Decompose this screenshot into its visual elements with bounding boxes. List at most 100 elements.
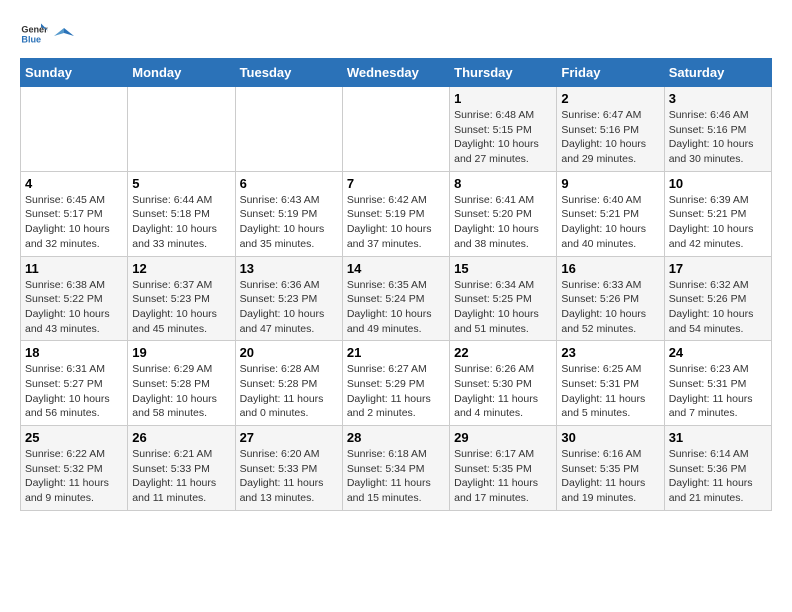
calendar-cell: 16 Sunrise: 6:33 AM Sunset: 5:26 PM Dayli…: [557, 256, 664, 341]
calendar-cell: 12 Sunrise: 6:37 AM Sunset: 5:23 PM Dayli…: [128, 256, 235, 341]
day-number: 2: [561, 91, 659, 106]
weekday-sunday: Sunday: [21, 59, 128, 87]
cell-content: Sunrise: 6:27 AM Sunset: 5:29 PM Dayligh…: [347, 362, 445, 421]
weekday-monday: Monday: [128, 59, 235, 87]
calendar-cell: [21, 87, 128, 172]
weekday-wednesday: Wednesday: [342, 59, 449, 87]
cell-content: Sunrise: 6:37 AM Sunset: 5:23 PM Dayligh…: [132, 278, 230, 337]
cell-content: Sunrise: 6:44 AM Sunset: 5:18 PM Dayligh…: [132, 193, 230, 252]
cell-content: Sunrise: 6:35 AM Sunset: 5:24 PM Dayligh…: [347, 278, 445, 337]
cell-content: Sunrise: 6:29 AM Sunset: 5:28 PM Dayligh…: [132, 362, 230, 421]
day-number: 18: [25, 345, 123, 360]
day-number: 27: [240, 430, 338, 445]
day-number: 21: [347, 345, 445, 360]
weekday-friday: Friday: [557, 59, 664, 87]
svg-text:Blue: Blue: [21, 34, 41, 44]
day-number: 24: [669, 345, 767, 360]
day-number: 3: [669, 91, 767, 106]
cell-content: Sunrise: 6:47 AM Sunset: 5:16 PM Dayligh…: [561, 108, 659, 167]
day-number: 19: [132, 345, 230, 360]
cell-content: Sunrise: 6:20 AM Sunset: 5:33 PM Dayligh…: [240, 447, 338, 506]
cell-content: Sunrise: 6:42 AM Sunset: 5:19 PM Dayligh…: [347, 193, 445, 252]
calendar-cell: 20Sunrise: 6:28 AM Sunset: 5:28 PM Dayli…: [235, 341, 342, 426]
calendar-cell: 21 Sunrise: 6:27 AM Sunset: 5:29 PM Dayli…: [342, 341, 449, 426]
weekday-tuesday: Tuesday: [235, 59, 342, 87]
calendar-cell: 1Sunrise: 6:48 AM Sunset: 5:15 PM Daylig…: [450, 87, 557, 172]
calendar-week-4: 18 Sunrise: 6:31 AM Sunset: 5:27 PM Dayli…: [21, 341, 772, 426]
cell-content: Sunrise: 6:40 AM Sunset: 5:21 PM Dayligh…: [561, 193, 659, 252]
cell-content: Sunrise: 6:38 AM Sunset: 5:22 PM Dayligh…: [25, 278, 123, 337]
cell-content: Sunrise: 6:39 AM Sunset: 5:21 PM Dayligh…: [669, 193, 767, 252]
day-number: 12: [132, 261, 230, 276]
cell-content: Sunrise: 6:18 AM Sunset: 5:34 PM Dayligh…: [347, 447, 445, 506]
day-number: 7: [347, 176, 445, 191]
cell-content: Sunrise: 6:14 AM Sunset: 5:36 PM Dayligh…: [669, 447, 767, 506]
day-number: 1: [454, 91, 552, 106]
calendar-week-3: 11 Sunrise: 6:38 AM Sunset: 5:22 PM Dayli…: [21, 256, 772, 341]
day-number: 29: [454, 430, 552, 445]
calendar-cell: 18 Sunrise: 6:31 AM Sunset: 5:27 PM Dayli…: [21, 341, 128, 426]
cell-content: Sunrise: 6:22 AM Sunset: 5:32 PM Dayligh…: [25, 447, 123, 506]
calendar-cell: 24Sunrise: 6:23 AM Sunset: 5:31 PM Dayli…: [664, 341, 771, 426]
calendar-cell: 23Sunrise: 6:25 AM Sunset: 5:31 PM Dayli…: [557, 341, 664, 426]
calendar-cell: 2 Sunrise: 6:47 AM Sunset: 5:16 PM Daylig…: [557, 87, 664, 172]
cell-content: Sunrise: 6:31 AM Sunset: 5:27 PM Dayligh…: [25, 362, 123, 421]
calendar-cell: 11 Sunrise: 6:38 AM Sunset: 5:22 PM Dayli…: [21, 256, 128, 341]
calendar-cell: 4 Sunrise: 6:45 AM Sunset: 5:17 PM Daylig…: [21, 171, 128, 256]
cell-content: Sunrise: 6:17 AM Sunset: 5:35 PM Dayligh…: [454, 447, 552, 506]
calendar-cell: 29 Sunrise: 6:17 AM Sunset: 5:35 PM Dayli…: [450, 426, 557, 511]
calendar-cell: 10 Sunrise: 6:39 AM Sunset: 5:21 PM Dayli…: [664, 171, 771, 256]
day-number: 31: [669, 430, 767, 445]
day-number: 9: [561, 176, 659, 191]
day-number: 5: [132, 176, 230, 191]
calendar-week-2: 4 Sunrise: 6:45 AM Sunset: 5:17 PM Daylig…: [21, 171, 772, 256]
day-number: 23: [561, 345, 659, 360]
calendar-cell: [128, 87, 235, 172]
cell-content: Sunrise: 6:34 AM Sunset: 5:25 PM Dayligh…: [454, 278, 552, 337]
calendar: SundayMondayTuesdayWednesdayThursdayFrid…: [20, 58, 772, 511]
cell-content: Sunrise: 6:45 AM Sunset: 5:17 PM Dayligh…: [25, 193, 123, 252]
day-number: 16: [561, 261, 659, 276]
cell-content: Sunrise: 6:46 AM Sunset: 5:16 PM Dayligh…: [669, 108, 767, 167]
calendar-cell: 25 Sunrise: 6:22 AM Sunset: 5:32 PM Dayli…: [21, 426, 128, 511]
day-number: 28: [347, 430, 445, 445]
logo-icon: General Blue: [20, 20, 48, 48]
calendar-cell: 15 Sunrise: 6:34 AM Sunset: 5:25 PM Dayli…: [450, 256, 557, 341]
cell-content: Sunrise: 6:26 AM Sunset: 5:30 PM Dayligh…: [454, 362, 552, 421]
calendar-cell: 22 Sunrise: 6:26 AM Sunset: 5:30 PM Dayli…: [450, 341, 557, 426]
cell-content: Sunrise: 6:21 AM Sunset: 5:33 PM Dayligh…: [132, 447, 230, 506]
day-number: 6: [240, 176, 338, 191]
cell-content: Sunrise: 6:33 AM Sunset: 5:26 PM Dayligh…: [561, 278, 659, 337]
calendar-cell: 14 Sunrise: 6:35 AM Sunset: 5:24 PM Dayli…: [342, 256, 449, 341]
day-number: 20: [240, 345, 338, 360]
cell-content: Sunrise: 6:32 AM Sunset: 5:26 PM Dayligh…: [669, 278, 767, 337]
day-number: 15: [454, 261, 552, 276]
day-number: 26: [132, 430, 230, 445]
calendar-cell: [342, 87, 449, 172]
calendar-week-5: 25 Sunrise: 6:22 AM Sunset: 5:32 PM Dayli…: [21, 426, 772, 511]
day-number: 8: [454, 176, 552, 191]
weekday-thursday: Thursday: [450, 59, 557, 87]
calendar-body: 1Sunrise: 6:48 AM Sunset: 5:15 PM Daylig…: [21, 87, 772, 511]
logo: General Blue: [20, 20, 74, 48]
logo-bird-icon: [54, 26, 74, 46]
day-number: 10: [669, 176, 767, 191]
day-number: 30: [561, 430, 659, 445]
calendar-week-1: 1Sunrise: 6:48 AM Sunset: 5:15 PM Daylig…: [21, 87, 772, 172]
day-number: 25: [25, 430, 123, 445]
calendar-cell: 28 Sunrise: 6:18 AM Sunset: 5:34 PM Dayli…: [342, 426, 449, 511]
calendar-cell: 31 Sunrise: 6:14 AM Sunset: 5:36 PM Dayli…: [664, 426, 771, 511]
calendar-cell: 13Sunrise: 6:36 AM Sunset: 5:23 PM Dayli…: [235, 256, 342, 341]
day-number: 14: [347, 261, 445, 276]
calendar-cell: 19 Sunrise: 6:29 AM Sunset: 5:28 PM Dayli…: [128, 341, 235, 426]
calendar-cell: 26 Sunrise: 6:21 AM Sunset: 5:33 PM Dayli…: [128, 426, 235, 511]
cell-content: Sunrise: 6:36 AM Sunset: 5:23 PM Dayligh…: [240, 278, 338, 337]
day-number: 22: [454, 345, 552, 360]
calendar-cell: 7 Sunrise: 6:42 AM Sunset: 5:19 PM Daylig…: [342, 171, 449, 256]
calendar-cell: [235, 87, 342, 172]
calendar-cell: 5 Sunrise: 6:44 AM Sunset: 5:18 PM Daylig…: [128, 171, 235, 256]
day-number: 4: [25, 176, 123, 191]
calendar-cell: 9 Sunrise: 6:40 AM Sunset: 5:21 PM Daylig…: [557, 171, 664, 256]
calendar-cell: 3 Sunrise: 6:46 AM Sunset: 5:16 PM Daylig…: [664, 87, 771, 172]
day-number: 11: [25, 261, 123, 276]
